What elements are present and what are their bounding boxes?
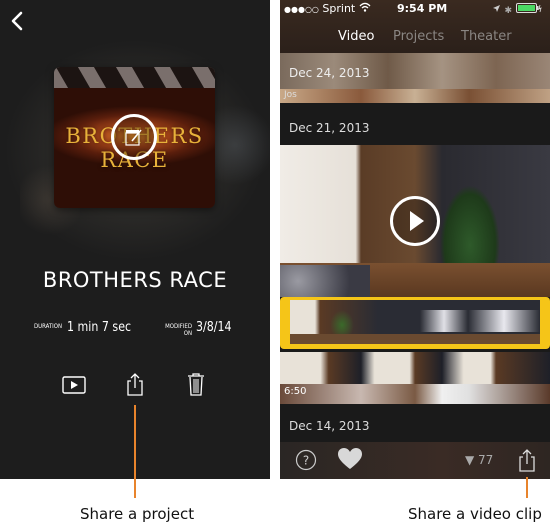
clapperboard-top bbox=[54, 67, 215, 88]
tab-theater[interactable]: Theater bbox=[461, 29, 512, 44]
heart-icon bbox=[338, 448, 362, 469]
trash-icon bbox=[188, 373, 204, 396]
back-button[interactable] bbox=[10, 10, 26, 32]
share-project-button[interactable] bbox=[126, 372, 144, 400]
play-video-button[interactable] bbox=[390, 196, 440, 246]
help-button[interactable]: ? bbox=[295, 449, 317, 475]
strip-audience bbox=[280, 384, 550, 404]
status-time: 9:54 PM bbox=[397, 2, 448, 15]
project-title: BROTHERS RACE bbox=[42, 268, 228, 292]
location-icon bbox=[493, 5, 500, 12]
filter-count-button[interactable]: ▼ 77 bbox=[465, 453, 493, 467]
video-preview[interactable] bbox=[280, 145, 550, 297]
modified-label-line2: ON bbox=[183, 330, 192, 337]
video-browser-screen: ●●●○○ Sprint 9:54 PM ✱ Video Projects Th… bbox=[280, 0, 550, 479]
frame-stage bbox=[290, 334, 540, 344]
callout-line-share-project bbox=[134, 405, 136, 498]
carrier-name: Sprint bbox=[322, 2, 356, 15]
modified-label: MODIFIED ON bbox=[160, 323, 192, 337]
share-clip-button[interactable] bbox=[518, 448, 536, 476]
duration-value: 1 min 7 sec bbox=[67, 320, 132, 335]
play-icon bbox=[62, 376, 86, 394]
duration-label: DURATION bbox=[33, 323, 62, 330]
modified-label-line1: MODIFIED bbox=[165, 323, 192, 330]
bluetooth-icon: ✱ bbox=[504, 6, 513, 16]
tab-video[interactable]: Video bbox=[338, 29, 374, 44]
callout-share-project: Share a project bbox=[80, 505, 195, 523]
clip-duration: 6:50 bbox=[284, 386, 307, 397]
favorite-button[interactable] bbox=[337, 447, 363, 475]
share-icon bbox=[519, 449, 535, 472]
signal-strength: ●●●○○ bbox=[284, 5, 319, 14]
share-icon bbox=[127, 373, 143, 396]
delete-project-button[interactable] bbox=[187, 372, 205, 400]
play-icon bbox=[410, 211, 424, 231]
tab-projects[interactable]: Projects bbox=[393, 29, 444, 44]
battery-icon bbox=[515, 3, 542, 13]
status-carrier: ●●●○○ Sprint bbox=[284, 2, 371, 15]
section-date: Dec 24, 2013 bbox=[289, 66, 370, 80]
edit-clapper-icon bbox=[125, 129, 142, 146]
help-icon: ? bbox=[295, 449, 317, 471]
selected-clip[interactable] bbox=[280, 297, 550, 349]
frame-people bbox=[420, 310, 540, 332]
modified-value: 3/8/14 bbox=[196, 320, 232, 335]
clip-label: Jos bbox=[284, 90, 297, 100]
clip-strip[interactable]: 6:50 bbox=[280, 352, 550, 404]
callout-line-share-clip bbox=[526, 477, 528, 498]
chevron-left-icon bbox=[11, 11, 23, 31]
section-date: Dec 21, 2013 bbox=[289, 121, 370, 135]
callout-share-clip: Share a video clip bbox=[408, 505, 542, 523]
preview-audience bbox=[280, 265, 370, 297]
wifi-icon bbox=[359, 2, 371, 15]
figure: BROTHERS RACE BROTHERS RACE DURATION 1 m… bbox=[0, 0, 550, 527]
section-date: Dec 14, 2013 bbox=[289, 419, 370, 433]
selected-clip-frames bbox=[290, 300, 540, 344]
clip-strip[interactable]: Dec 24, 2013 Jos bbox=[280, 53, 550, 103]
toolbar: ? ▼ 77 bbox=[280, 442, 550, 479]
edit-project-button[interactable] bbox=[111, 114, 157, 160]
clip-floor bbox=[280, 89, 550, 103]
svg-text:?: ? bbox=[303, 454, 309, 468]
header: ●●●○○ Sprint 9:54 PM ✱ Video Projects Th… bbox=[280, 0, 550, 53]
status-right: ✱ bbox=[492, 3, 542, 16]
play-button[interactable] bbox=[62, 376, 86, 398]
